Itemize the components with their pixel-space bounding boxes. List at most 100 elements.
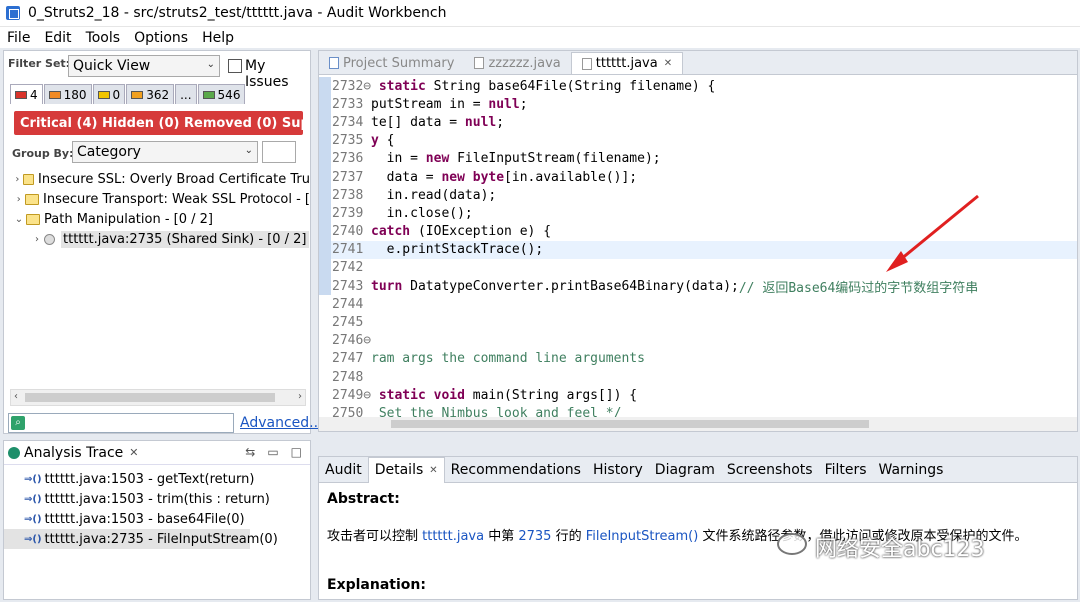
tab-more[interactable]: ...: [175, 84, 197, 104]
code-line[interactable]: 2732⊖ static String base64File(String fi…: [319, 77, 1077, 96]
trace-row[interactable]: ⇒() tttttt.java:1503 - trim(this : return…: [4, 489, 310, 509]
line-number: 2745: [332, 315, 364, 331]
advanced-search-link[interactable]: Advanced...: [240, 415, 323, 431]
tab-warnings[interactable]: Warnings: [873, 457, 950, 483]
tab-low[interactable]: 362: [126, 84, 175, 104]
line-number: 2734: [332, 114, 364, 130]
summary-icon: [329, 57, 339, 69]
abstract-file-link[interactable]: tttttt.java: [422, 529, 484, 544]
folder-icon: [22, 173, 35, 185]
tab-tttttt-java[interactable]: tttttt.java ✕: [570, 52, 684, 74]
code-line[interactable]: 2745: [319, 313, 1077, 332]
search-input[interactable]: ⌕: [8, 413, 234, 433]
close-icon[interactable]: ✕: [664, 58, 672, 69]
code-line[interactable]: 2741 e.printStackTrace();: [319, 240, 1077, 259]
trace-row-selected[interactable]: ⇒() tttttt.java:2735 - FileInputStream(0): [4, 529, 278, 549]
chevron-down-icon[interactable]: ⌄: [12, 214, 26, 225]
editor-tabs: Project Summary zzzzzz.java tttttt.java ✕: [319, 51, 1077, 75]
code-token: DatatypeConverter.printBase64Binary(data…: [402, 278, 739, 294]
tab-recommendations[interactable]: Recommendations: [445, 457, 587, 483]
code-line[interactable]: 2736 in = new FileInputStream(filename);: [319, 149, 1077, 168]
tab-history[interactable]: History: [587, 457, 649, 483]
tab-all[interactable]: 546: [197, 84, 246, 104]
tree-item[interactable]: › Insecure Transport: Weak SSL Protocol …: [4, 189, 310, 209]
close-icon[interactable]: ✕: [429, 465, 437, 476]
tab-medium[interactable]: 0: [92, 84, 126, 104]
code-line[interactable]: 2738 in.read(data);: [319, 186, 1077, 205]
code-line[interactable]: 2735 y {: [319, 131, 1077, 150]
code-token: y: [371, 133, 379, 149]
gutter-marker: [319, 77, 331, 96]
tab-audit[interactable]: Audit: [319, 457, 368, 483]
code-line[interactable]: 2740 catch (IOException e) {: [319, 222, 1077, 241]
code-line[interactable]: 2733 putStream in = null;: [319, 95, 1077, 114]
tab-filters[interactable]: Filters: [819, 457, 873, 483]
folder-icon: [25, 193, 40, 205]
my-issues-checkbox[interactable]: [228, 59, 242, 73]
gutter-marker: [319, 386, 331, 405]
scrollbar-thumb[interactable]: [391, 420, 869, 428]
gutter-marker: [319, 240, 331, 259]
trace-row[interactable]: ⇒() tttttt.java:1503 - base64File(0): [4, 509, 310, 529]
menu-options[interactable]: Options: [127, 30, 195, 46]
line-number: 2748: [332, 369, 364, 385]
code-line[interactable]: 2747 ram args the command line arguments: [319, 349, 1077, 368]
menu-tools[interactable]: Tools: [79, 30, 128, 46]
menu-edit[interactable]: Edit: [37, 30, 78, 46]
code-line[interactable]: 2746⊖: [319, 331, 1077, 350]
menu-file[interactable]: File: [0, 30, 37, 46]
line-number: 2739: [332, 205, 364, 221]
chevron-right-icon[interactable]: ›: [30, 234, 44, 245]
abstract-part: 攻击者可以控制: [327, 529, 423, 544]
code-line[interactable]: 2739 in.close();: [319, 204, 1077, 223]
abstract-part: 行的: [551, 529, 586, 544]
maximize-icon[interactable]: □: [291, 445, 302, 459]
code-line[interactable]: 2748: [319, 368, 1077, 387]
tab-diagram[interactable]: Diagram: [649, 457, 721, 483]
scroll-right-icon[interactable]: ›: [298, 391, 302, 402]
code-line[interactable]: 2744: [319, 295, 1077, 314]
filter-set-select[interactable]: Quick View ⌄: [68, 55, 220, 77]
scrollbar-thumb[interactable]: [25, 393, 275, 402]
trace-row[interactable]: ⇒() tttttt.java:1503 - getText(return): [4, 469, 310, 489]
tab-critical[interactable]: 4: [10, 84, 43, 104]
chevron-right-icon[interactable]: ›: [12, 174, 23, 185]
editor-horizontal-scrollbar[interactable]: [319, 417, 1077, 431]
tab-details[interactable]: Details ✕: [367, 456, 445, 483]
group-by-filter-box[interactable]: [262, 141, 296, 163]
tree-horizontal-scrollbar[interactable]: ‹ ›: [10, 389, 306, 406]
group-by-select[interactable]: Category ⌄: [72, 141, 258, 163]
tab-project-summary[interactable]: Project Summary: [319, 52, 464, 74]
code-token: catch: [371, 224, 411, 240]
code-line[interactable]: 2749⊖ static void main(String args[]) {: [319, 386, 1077, 405]
explanation-heading: Explanation:: [327, 577, 426, 593]
search-icon[interactable]: ⌕: [11, 416, 25, 430]
tab-screenshots[interactable]: Screenshots: [721, 457, 819, 483]
tree-item[interactable]: › Insecure SSL: Overly Broad Certificate…: [4, 169, 310, 189]
line-number: 2744: [332, 296, 364, 312]
tree-item[interactable]: ⌄ Path Manipulation - [0 / 2]: [4, 209, 310, 229]
chevron-right-icon[interactable]: ›: [12, 194, 25, 205]
scroll-left-icon[interactable]: ‹: [14, 391, 18, 402]
minimize-icon[interactable]: ▭: [267, 445, 278, 459]
code-token: [in.available()];: [504, 169, 638, 185]
close-icon[interactable]: ✕: [129, 446, 138, 459]
gutter-marker: [319, 113, 331, 132]
code-line[interactable]: 2734 te[] data = null;: [319, 113, 1077, 132]
link-icon[interactable]: ⇆: [245, 445, 255, 459]
code-line[interactable]: 2742: [319, 258, 1077, 278]
abstract-line-link[interactable]: 2735: [518, 529, 551, 544]
code-line[interactable]: 2743 turn DatatypeConverter.printBase64Bi…: [319, 277, 1077, 296]
code-line[interactable]: 2737 data = new byte [in.available()];: [319, 167, 1077, 187]
gutter-marker: [319, 349, 331, 368]
menu-help[interactable]: Help: [195, 30, 241, 46]
line-number: 2747: [332, 351, 364, 367]
code-token: static: [378, 78, 426, 94]
abstract-function-link[interactable]: FileInputStream(): [586, 529, 699, 544]
tab-zzzzzz-java[interactable]: zzzzzz.java: [464, 52, 570, 74]
tab-high[interactable]: 180: [43, 84, 92, 104]
tree-item-selected[interactable]: › tttttt.java:2735 (Shared Sink) - [0 / …: [4, 229, 310, 249]
code-area[interactable]: 2732⊖ static String base64File(String fi…: [319, 77, 1077, 431]
panel-tools: ⇆ ▭ □: [245, 445, 302, 459]
